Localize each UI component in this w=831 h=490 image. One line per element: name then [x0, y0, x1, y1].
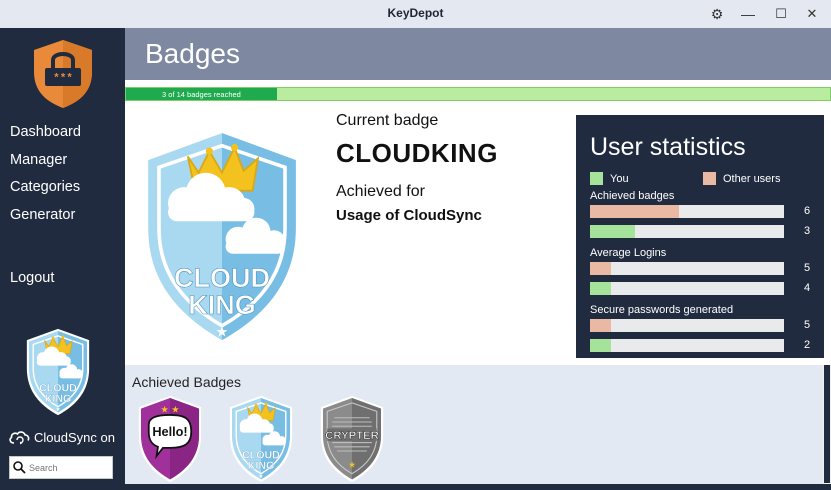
stat-bar-fill: [590, 262, 612, 275]
bottom-border: [125, 484, 831, 490]
search-box[interactable]: [9, 456, 113, 479]
crypter-badge[interactable]: CRYPTER ★: [316, 393, 388, 485]
statistics-title: User statistics: [590, 133, 746, 161]
stat-secure-passwords-you-bar: [590, 339, 784, 352]
legend-you-label: You: [610, 172, 629, 185]
maximize-button[interactable]: ☐: [770, 3, 792, 25]
stat-average-logins-you-bar: [590, 282, 784, 295]
stat-bar-fill: [590, 205, 680, 218]
legend-others-label: Other users: [723, 172, 781, 185]
stat-average-logins-you-value: 4: [804, 282, 811, 294]
side-badge-line1: CLOUD: [39, 382, 77, 394]
achieved-for-heading: Achieved for: [336, 183, 425, 200]
search-input[interactable]: [29, 462, 111, 473]
scrollbar-thumb[interactable]: [824, 365, 830, 483]
sidebar-item-categories[interactable]: Categories: [10, 179, 80, 195]
badge-progress-label: 3 of 14 badges reached: [162, 89, 241, 99]
stat-achieved-badges-others-bar: [590, 205, 784, 218]
stat-achieved-badges-you-value: 3: [804, 225, 811, 237]
settings-icon[interactable]: ⚙: [706, 3, 728, 25]
svg-text:***: ***: [53, 73, 73, 85]
svg-text:★ ★: ★ ★: [160, 404, 179, 414]
sidebar-item-logout[interactable]: Logout: [10, 270, 54, 286]
crypter-badge-text: CRYPTER: [325, 430, 379, 442]
stat-achieved-badges-label: Achieved badges: [590, 190, 675, 202]
stat-achieved-badges-you-bar: [590, 225, 784, 238]
legend-you: You: [590, 172, 629, 185]
stat-bar-fill: [590, 339, 612, 352]
stat-bar-fill: [590, 282, 612, 295]
title-bar: KeyDepot ⚙ — ☐ ✕: [0, 0, 831, 28]
cloudking-badge[interactable]: CLOUD KING: [225, 393, 297, 485]
mini-badge-line1: CLOUD: [242, 449, 280, 461]
badge-progress-fill: 3 of 14 badges reached: [126, 88, 277, 100]
search-icon: [13, 461, 26, 474]
close-button[interactable]: ✕: [801, 3, 823, 25]
svg-text:★: ★: [348, 459, 356, 469]
current-badge-name: CLOUDKING: [336, 138, 498, 168]
sidebar-item-manager[interactable]: Manager: [10, 152, 67, 168]
achieved-for-value: Usage of CloudSync: [336, 207, 482, 224]
hello-badge[interactable]: ★ ★ Hello!: [134, 393, 206, 485]
sidebar: *** Dashboard Manager Categories Generat…: [0, 28, 125, 490]
achieved-badges-scrollbar[interactable]: [823, 365, 831, 490]
stat-bar-fill: [590, 225, 635, 238]
cloudsync-label: CloudSync on: [34, 429, 115, 445]
stat-average-logins-label: Average Logins: [590, 247, 667, 259]
hello-badge-text: Hello!: [152, 424, 187, 439]
sidebar-item-generator[interactable]: Generator: [10, 207, 75, 223]
big-badge-line2: KING: [188, 290, 256, 320]
achieved-badges-section: Achieved Badges ★ ★ Hello! CLOUD KING CR…: [125, 365, 823, 490]
sidebar-item-dashboard[interactable]: Dashboard: [10, 124, 81, 140]
cloudsync-status[interactable]: CloudSync on: [8, 429, 115, 445]
badge-progress-bar: 3 of 14 badges reached: [125, 87, 831, 101]
current-badge-heading: Current badge: [336, 112, 439, 129]
stat-secure-passwords-others-value: 5: [804, 319, 811, 331]
legend-others-swatch: [703, 172, 716, 185]
legend-others: Other users: [703, 172, 780, 185]
stat-secure-passwords-others-bar: [590, 319, 784, 332]
app-logo: ***: [34, 40, 92, 108]
legend-you-swatch: [590, 172, 603, 185]
minimize-button[interactable]: —: [737, 3, 759, 25]
stat-average-logins-others-value: 5: [804, 262, 811, 274]
mini-badge-line2: KING: [248, 460, 275, 472]
stat-achieved-badges-others-value: 6: [804, 205, 811, 217]
side-badge-line2: KING: [45, 393, 72, 405]
current-badge-thumbnail: CLOUD KING: [22, 326, 94, 418]
cloud-sync-icon: [9, 431, 30, 445]
current-badge-image: CLOUD KING: [132, 115, 312, 360]
stat-average-logins-others-bar: [590, 262, 784, 275]
page-header: Badges: [125, 28, 831, 80]
achieved-badges-title: Achieved Badges: [132, 374, 241, 390]
stat-secure-passwords-label: Secure passwords generated: [590, 304, 734, 316]
stat-bar-fill: [590, 319, 612, 332]
stat-secure-passwords-you-value: 2: [804, 339, 811, 351]
big-badge-line1: CLOUD: [174, 263, 270, 293]
page-title: Badges: [145, 38, 240, 69]
user-statistics-panel: User statistics You Other users Achieved…: [576, 115, 824, 358]
